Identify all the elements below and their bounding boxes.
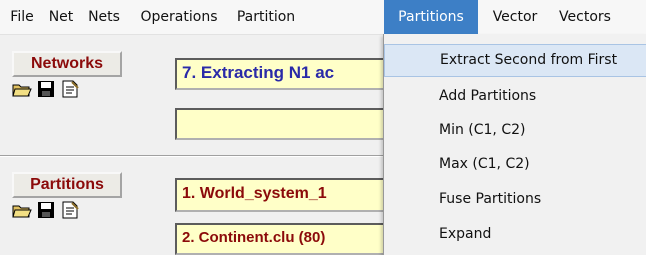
networks-toolbar <box>12 79 122 99</box>
section-divider <box>0 155 390 157</box>
menu-bar: File Net Nets Operations Partition Parti… <box>0 0 646 35</box>
menu-item-extract-second-from-first[interactable]: Extract Second from First <box>384 44 646 77</box>
partitions-toolbar <box>12 200 122 220</box>
save-disk-icon[interactable] <box>36 79 56 99</box>
save-disk-icon[interactable] <box>36 200 56 220</box>
menu-vectors[interactable]: Vectors <box>550 0 620 34</box>
menu-vector[interactable]: Vector <box>485 0 545 34</box>
menu-partition[interactable]: Partition <box>228 0 304 34</box>
menu-item-add-partitions[interactable]: Add Partitions <box>384 80 646 113</box>
edit-file-icon[interactable] <box>60 79 80 99</box>
menu-file[interactable]: File <box>4 0 40 34</box>
network-select-1[interactable]: 7. Extracting N1 ac <box>175 58 390 90</box>
networks-button[interactable]: Networks <box>12 51 122 77</box>
menu-partitions[interactable]: Partitions <box>384 0 478 34</box>
menu-net[interactable]: Net <box>42 0 80 34</box>
menu-item-expand[interactable]: Expand <box>384 218 646 251</box>
open-folder-icon[interactable] <box>12 200 32 220</box>
partitions-dropdown-menu: Extract Second from First Add Partitions… <box>383 34 646 255</box>
menu-nets[interactable]: Nets <box>82 0 126 34</box>
open-folder-icon[interactable] <box>12 79 32 99</box>
partition-select-1[interactable]: 1. World_system_1 <box>175 178 390 212</box>
partitions-button[interactable]: Partitions <box>12 172 122 198</box>
network-select-2[interactable] <box>175 108 390 140</box>
partition-select-2[interactable]: 2. Continent.clu (80) <box>175 223 390 255</box>
menu-item-max[interactable]: Max (C1, C2) <box>384 148 646 181</box>
menu-item-fuse-partitions[interactable]: Fuse Partitions <box>384 183 646 216</box>
menu-operations[interactable]: Operations <box>130 0 228 34</box>
edit-file-icon[interactable] <box>60 200 80 220</box>
menu-item-min[interactable]: Min (C1, C2) <box>384 114 646 147</box>
